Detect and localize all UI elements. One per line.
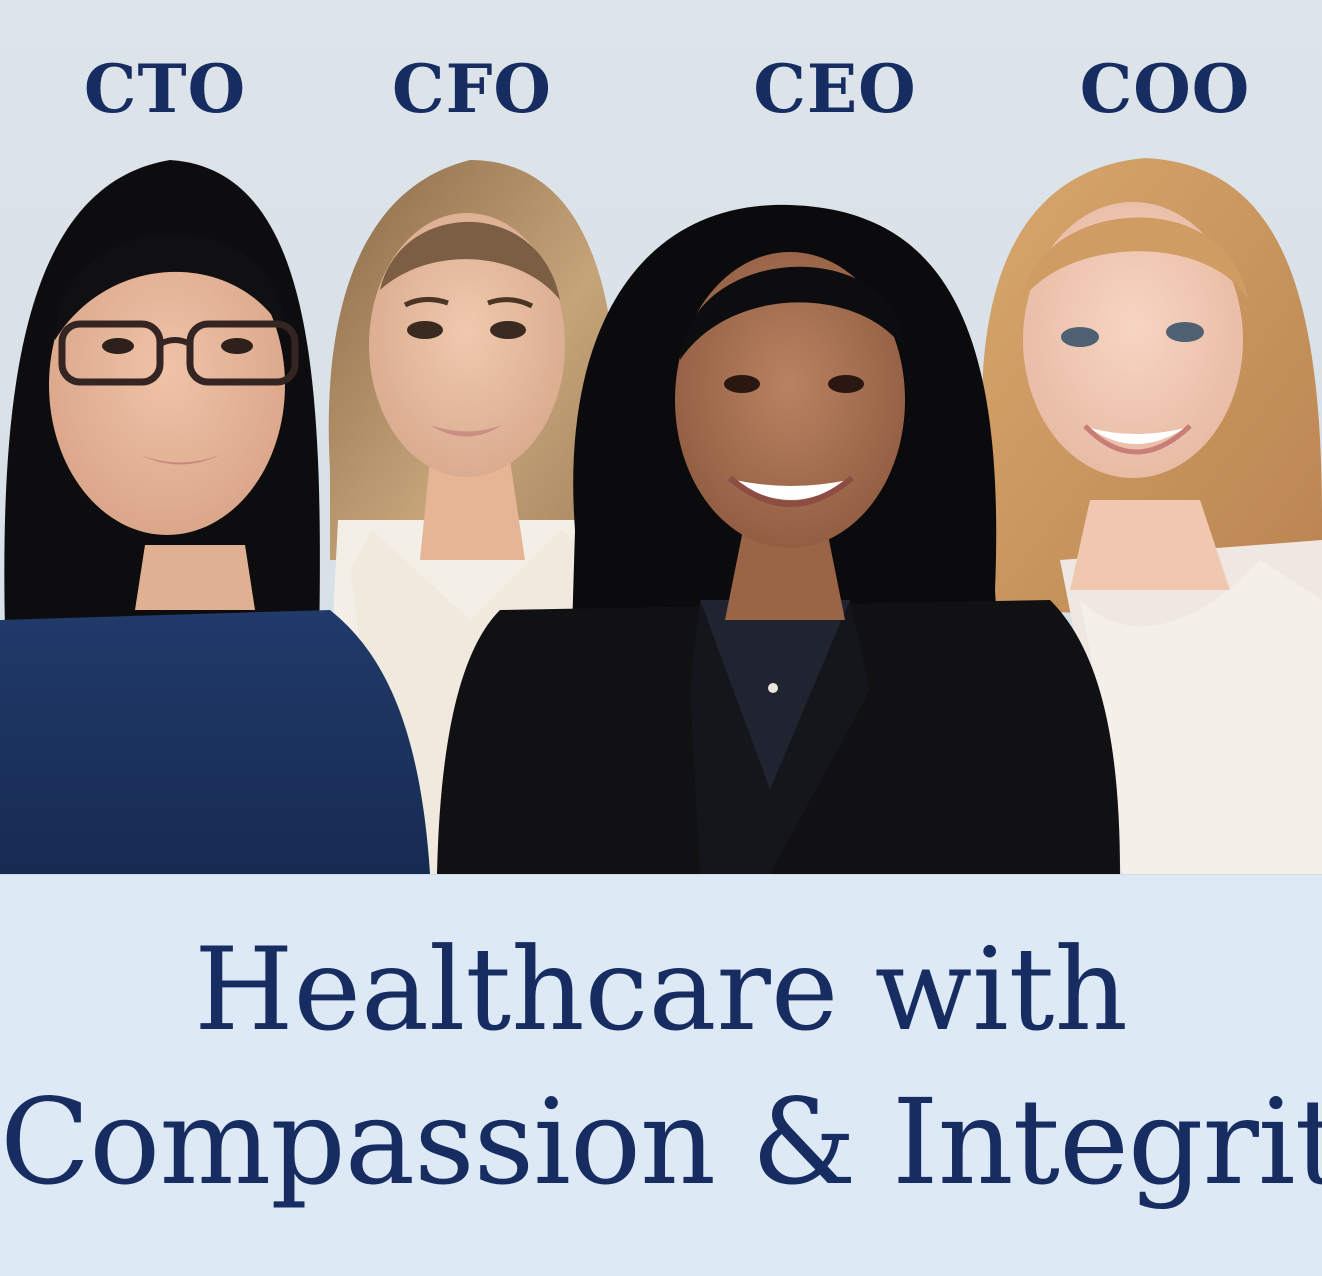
team-portrait-group bbox=[0, 158, 1322, 874]
leadership-poster: CTO CFO CEO COO Healthcare with Compassi… bbox=[0, 0, 1322, 1276]
tagline-banner: Healthcare with Compassion & Integrity bbox=[0, 874, 1322, 1276]
role-label-cto: CTO bbox=[83, 50, 247, 128]
role-label-ceo: CEO bbox=[753, 50, 917, 128]
leadership-photo-panel: CTO CFO CEO COO bbox=[0, 0, 1322, 874]
tagline-line-1: Healthcare with bbox=[194, 923, 1128, 1056]
tagline-line-2: Compassion & Integrity bbox=[0, 1073, 1322, 1211]
role-label-cfo: CFO bbox=[392, 50, 552, 128]
role-label-coo: COO bbox=[1079, 50, 1251, 128]
